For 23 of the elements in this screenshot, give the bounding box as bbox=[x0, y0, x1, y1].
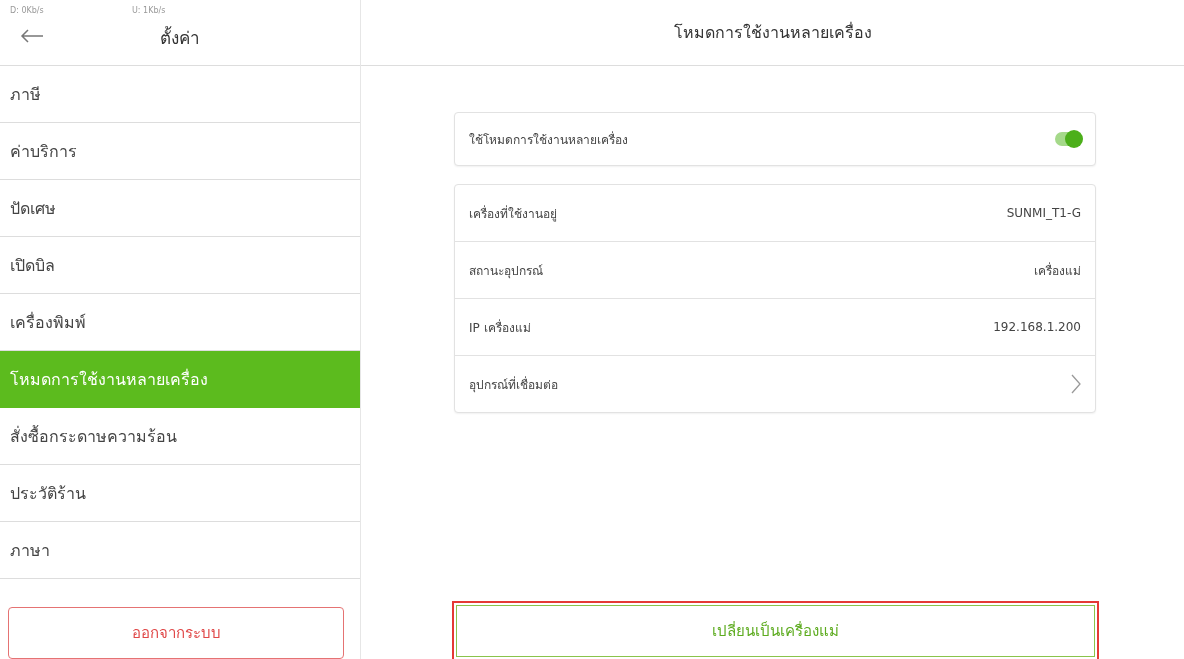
row-label: สถานะอุปกรณ์ bbox=[469, 262, 543, 280]
sidebar-item[interactable]: สั่งซื้อกระดาษความร้อน bbox=[0, 408, 360, 465]
download-speed: D: 0Kb/s bbox=[10, 6, 44, 15]
row-label: IP เครื่องแม่ bbox=[469, 318, 531, 337]
upload-speed: U: 1Kb/s bbox=[132, 6, 166, 15]
row-value: 192.168.1.200 bbox=[993, 320, 1081, 334]
row-label: เครื่องที่ใช้งานอยู่ bbox=[469, 204, 557, 223]
toggle-switch[interactable] bbox=[1055, 132, 1081, 146]
page-title: โหมดการใช้งานหลายเครื่อง bbox=[673, 21, 872, 44]
logout-button[interactable]: ออกจากระบบ bbox=[8, 607, 344, 659]
sidebar-item[interactable]: เปิดบิล bbox=[0, 237, 360, 294]
sidebar-item[interactable]: ประวัติร้าน bbox=[0, 465, 360, 522]
row-label: อุปกรณ์ที่เชื่อมต่อ bbox=[469, 375, 558, 394]
sidebar-item[interactable]: ค่าบริการ bbox=[0, 123, 360, 180]
chevron-right-icon[interactable] bbox=[1071, 374, 1081, 394]
sidebar-item[interactable]: ปัดเศษ bbox=[0, 180, 360, 237]
row-value: เครื่องแม่ bbox=[1034, 261, 1081, 280]
sidebar-title: ตั้งค่า bbox=[160, 25, 200, 50]
toggle-label: ใช้โหมดการใช้งานหลายเครื่อง bbox=[469, 130, 628, 149]
sidebar-item[interactable]: ภาษา bbox=[0, 522, 360, 579]
row-value: SUNMI_T1-G bbox=[1006, 206, 1081, 220]
sidebar-item[interactable]: ภาษี bbox=[0, 66, 360, 123]
back-icon[interactable] bbox=[20, 28, 44, 44]
